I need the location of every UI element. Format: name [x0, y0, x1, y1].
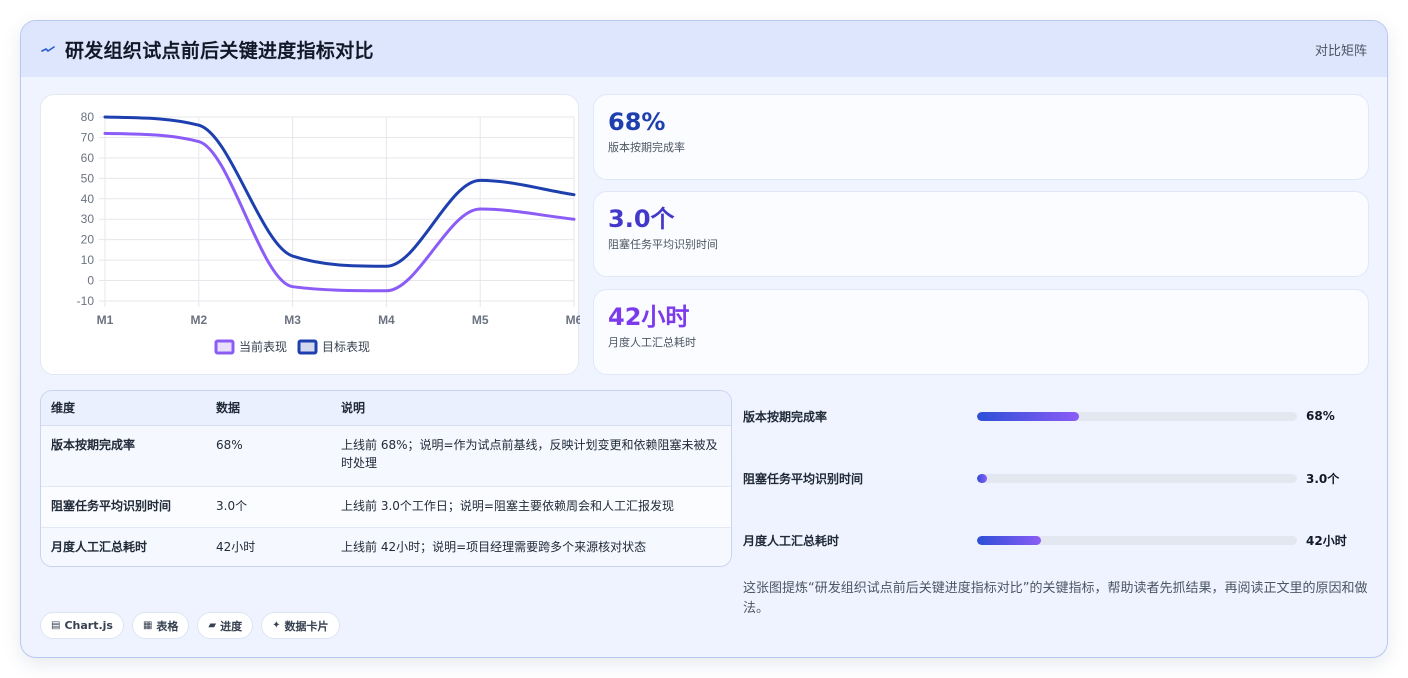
chip-chartjs[interactable]: ▤ Chart.js	[40, 612, 124, 639]
table-header-note: 说明	[331, 391, 731, 426]
y-tick-label: 50	[81, 171, 95, 185]
metric-value: 68%	[608, 108, 666, 136]
pulse-icon	[41, 42, 55, 56]
table-cell-note: 上线前 3.0个工作日；说明=阻塞主要依赖周会和人工汇报发现	[331, 486, 731, 528]
chip-label: 表格	[156, 619, 179, 633]
metric-label: 月度人工汇总耗时	[608, 336, 696, 349]
legend-label: 当前表现	[239, 339, 287, 354]
table-header-dimension: 维度	[41, 391, 206, 426]
chart-grid	[99, 116, 575, 307]
table-cell-data: 42小时	[206, 527, 331, 566]
chip-table[interactable]: ▦ 表格	[131, 612, 190, 639]
chip-data-card[interactable]: ✦ 数据卡片	[261, 612, 340, 639]
y-tick-label: 40	[81, 192, 95, 206]
table-row: 阻塞任务平均识别时间 3.0个 上线前 3.0个工作日；说明=阻塞主要依赖周会和…	[41, 486, 731, 528]
chip-label: 进度	[220, 619, 243, 633]
page-title: 研发组织试点前后关键进度指标对比	[65, 39, 374, 62]
y-tick-label: 60	[81, 151, 95, 165]
y-tick-label: 10	[81, 253, 95, 267]
y-axis-ticks: -10 0 10 20 30 40 50 60 70 80	[77, 110, 95, 308]
table-cell-data: 68%	[206, 425, 331, 487]
x-tick-label: M4	[378, 313, 395, 327]
table-row: 版本按期完成率 68% 上线前 68%；说明=作为试点前基线，反映计划变更和依赖…	[41, 425, 731, 487]
progress-label: 阻塞任务平均识别时间	[743, 471, 864, 486]
summary-text: 这张图提炼“研发组织试点前后关键进度指标对比”的关键指标，帮助读者先抓结果，再阅…	[743, 581, 1368, 616]
table-cell-dimension: 月度人工汇总耗时	[41, 527, 206, 566]
line-chart-panel: -10 0 10 20 30 40 50 60 70 80 M1 M2 M3 M4 M5 M6 当前表现 目标…	[40, 94, 580, 375]
table-cell-data: 3.0个	[206, 486, 331, 528]
metrics-table-panel: 维度 数据 说明 版本按期完成率 68% 上线前 68%；说明=作为试点前基线，…	[40, 390, 732, 567]
metric-card-on-time-rate: 68% 版本按期完成率	[593, 94, 1369, 180]
progress-row-on-time-rate: 版本按期完成率 68%	[743, 406, 1369, 426]
dashboard-card: 研发组织试点前后关键进度指标对比 对比矩阵 -10 0 10 20 30 40 50 60 70…	[20, 20, 1388, 658]
progress-icon: ▰	[208, 620, 217, 631]
chart-icon: ▤	[51, 620, 61, 631]
legend-label: 目标表现	[322, 340, 370, 354]
metric-label: 版本按期完成率	[608, 141, 685, 154]
progress-value: 68%	[1306, 409, 1335, 423]
feature-chips: ▤ Chart.js ▦ 表格 ▰ 进度 ✦ 数据卡片	[40, 612, 340, 639]
x-tick-label: M6	[566, 313, 580, 327]
metric-card-block-detection: 3.0个 阻塞任务平均识别时间	[593, 191, 1369, 277]
progress-track	[977, 473, 1297, 483]
line-chart: -10 0 10 20 30 40 50 60 70 80 M1 M2 M3 M4 M5 M6 当前表现 目标…	[77, 110, 580, 355]
table-cell-note: 上线前 42小时；说明=项目经理需要跨多个来源核对状态	[331, 527, 731, 566]
chart-series	[103, 115, 576, 293]
progress-value: 3.0个	[1306, 471, 1340, 486]
table-cell-dimension: 版本按期完成率	[41, 425, 206, 487]
sparkle-icon: ✦	[272, 620, 281, 631]
table-header-row: 维度 数据 说明	[41, 391, 731, 426]
chip-label: 数据卡片	[284, 619, 329, 633]
y-tick-label: 0	[87, 274, 94, 288]
table-icon: ▦	[142, 620, 153, 631]
metric-label: 阻塞任务平均识别时间	[608, 238, 718, 251]
progress-row-block-detection: 阻塞任务平均识别时间 3.0个	[743, 468, 1369, 488]
progress-fill	[977, 535, 1041, 545]
metric-card-manual-hours: 42小时 月度人工汇总耗时	[593, 289, 1369, 375]
x-tick-label: M1	[97, 313, 114, 327]
progress-row-manual-hours: 月度人工汇总耗时 42小时	[743, 530, 1369, 550]
progress-track	[977, 411, 1297, 421]
card-header: 研发组织试点前后关键进度指标对比 对比矩阵	[21, 21, 1387, 77]
y-tick-label: 70	[81, 130, 95, 144]
table-header-data: 数据	[206, 391, 331, 426]
progress-track	[977, 535, 1297, 545]
y-tick-label: 20	[81, 233, 95, 247]
chart-legend: 当前表现 目标表现	[214, 339, 370, 355]
series-line-current	[103, 131, 576, 293]
chip-label: Chart.js	[64, 619, 113, 632]
progress-fill	[977, 473, 987, 483]
x-tick-label: M2	[190, 313, 207, 327]
progress-value: 42小时	[1306, 533, 1347, 548]
progress-label: 版本按期完成率	[743, 409, 828, 424]
x-tick-label: M3	[284, 313, 301, 327]
view-mode-label[interactable]: 对比矩阵	[1315, 40, 1367, 59]
y-tick-label: 30	[81, 212, 95, 226]
y-tick-label: -10	[77, 294, 95, 308]
legend-swatch	[297, 339, 318, 355]
metrics-table: 维度 数据 说明 版本按期完成率 68% 上线前 68%；说明=作为试点前基线，…	[41, 391, 731, 566]
x-tick-label: M5	[472, 313, 489, 327]
chip-progress[interactable]: ▰ 进度	[197, 612, 254, 639]
progress-label: 月度人工汇总耗时	[743, 533, 840, 548]
table-row: 月度人工汇总耗时 42小时 上线前 42小时；说明=项目经理需要跨多个来源核对状…	[41, 527, 731, 566]
metric-value: 3.0个	[608, 205, 675, 233]
y-tick-label: 80	[81, 110, 95, 124]
title-group: 研发组织试点前后关键进度指标对比	[41, 36, 374, 63]
series-line-target	[103, 115, 576, 268]
metric-value: 42小时	[608, 303, 690, 331]
progress-fill	[977, 411, 1080, 421]
table-cell-note: 上线前 68%；说明=作为试点前基线，反映计划变更和依赖阻塞未被及时处理	[331, 425, 731, 487]
legend-swatch	[214, 339, 235, 355]
x-axis-ticks: M1 M2 M3 M4 M5 M6	[97, 313, 580, 327]
table-cell-dimension: 阻塞任务平均识别时间	[41, 486, 206, 528]
